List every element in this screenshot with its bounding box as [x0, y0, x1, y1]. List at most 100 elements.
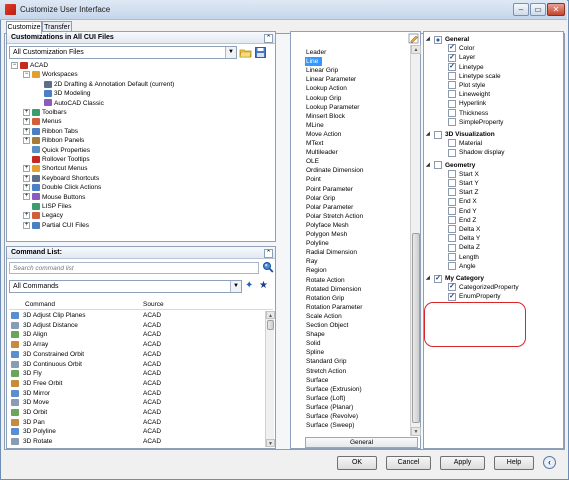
table-row[interactable]: 3D Adjust Clip Planes ACAD [9, 311, 265, 320]
table-row[interactable]: 3D Fly ACAD [9, 369, 265, 378]
property-item[interactable]: Start X [448, 170, 479, 179]
apply-button[interactable]: Apply [440, 456, 485, 470]
table-row[interactable]: 3D Polyline ACAD [9, 427, 265, 436]
checkbox[interactable] [434, 161, 442, 170]
object-type-item[interactable]: Surface (Revolve) [306, 412, 358, 421]
checkbox[interactable] [448, 81, 456, 90]
object-type-item[interactable]: Surface [306, 376, 328, 385]
column-header-source[interactable]: Source [143, 301, 164, 308]
minimize-button[interactable]: – [513, 3, 529, 16]
tree-item[interactable]: 2D Drafting & Annotation Default (curren… [35, 80, 174, 89]
object-type-scrollbar[interactable]: ▲ ▼ [410, 45, 421, 436]
tree-item[interactable]: 3D Modeling [35, 89, 91, 98]
tree-item[interactable]: − Workspaces [23, 70, 78, 79]
checkbox[interactable]: ✓ [434, 274, 442, 283]
object-type-item[interactable]: Polyface Mesh [306, 221, 349, 230]
object-type-item[interactable]: Region [306, 266, 327, 275]
property-item[interactable]: ✓ CategorizedProperty [448, 283, 519, 292]
table-row[interactable]: 3D Constrained Orbit ACAD [9, 350, 265, 359]
scroll-thumb[interactable] [412, 233, 420, 423]
expand-node-icon[interactable]: + [23, 174, 30, 182]
object-type-item[interactable]: Rotate Action [306, 276, 345, 285]
table-row[interactable]: 3D Array ACAD [9, 340, 265, 349]
checkbox[interactable] [448, 170, 456, 179]
column-header-command[interactable]: Command [25, 301, 55, 308]
tree-item[interactable]: LISP Files [23, 202, 72, 211]
object-type-item[interactable]: Spline [306, 348, 324, 357]
checkbox[interactable] [448, 90, 456, 99]
table-row[interactable]: 3D Continuous Orbit ACAD [9, 360, 265, 369]
expand-node-icon[interactable]: + [23, 221, 30, 229]
table-row[interactable]: 3D Pan ACAD [9, 418, 265, 427]
expand-node-icon[interactable]: + [23, 118, 30, 126]
object-type-item[interactable]: Stretch Action [306, 367, 346, 376]
object-type-item[interactable]: Radial Dimension [306, 248, 357, 257]
save-icon[interactable] [254, 46, 267, 59]
table-row[interactable]: 3D Adjust Distance ACAD [9, 321, 265, 330]
expand-node-icon[interactable]: + [23, 108, 30, 116]
new-command-icon[interactable]: ✦ [245, 280, 256, 292]
expand-category-icon[interactable]: ◢ [426, 130, 434, 139]
object-type-item[interactable]: Move Action [306, 130, 341, 139]
checkbox[interactable] [448, 72, 456, 81]
ok-button[interactable]: OK [337, 456, 377, 470]
table-row[interactable]: 3D Free Orbit ACAD [9, 379, 265, 388]
checkbox[interactable] [448, 225, 456, 234]
tree-item[interactable]: Quick Properties [23, 146, 90, 155]
property-item[interactable]: Material [448, 139, 482, 148]
checkbox[interactable]: ✓ [448, 62, 456, 71]
tree-item[interactable]: Rollover Tooltips [23, 155, 90, 164]
cancel-button[interactable]: Cancel [386, 456, 431, 470]
property-item[interactable]: Hyperlink [448, 99, 486, 108]
object-type-item[interactable]: Standard Grip [306, 357, 346, 366]
tree-item[interactable]: + Menus [23, 117, 62, 126]
tree-item[interactable]: + Mouse Buttons [23, 193, 85, 202]
object-type-item[interactable]: Multileader [306, 148, 338, 157]
table-row[interactable]: 3D Orbit ACAD [9, 408, 265, 417]
collapse-node-icon[interactable]: − [23, 71, 30, 79]
command-list-scrollbar[interactable]: ▲ ▼ [265, 311, 275, 447]
property-item[interactable]: End X [448, 197, 477, 206]
object-type-item[interactable]: Line [305, 57, 323, 67]
collapse-command-list-button[interactable]: ⌃ [264, 249, 273, 258]
tree-item[interactable]: + Partial CUI Files [23, 221, 89, 230]
checkbox[interactable]: ✓ [448, 283, 456, 292]
checkbox[interactable] [434, 130, 442, 139]
property-item[interactable]: Thickness [448, 108, 488, 118]
property-category[interactable]: ◢ ✓ My Category [426, 274, 484, 283]
scroll-down-button[interactable]: ▼ [266, 439, 275, 447]
checkbox[interactable] [448, 148, 456, 157]
property-item[interactable]: SimpleProperty [448, 118, 503, 127]
expand-node-icon[interactable]: + [23, 136, 30, 144]
command-filter-select[interactable]: All Commands ▼ [9, 280, 242, 293]
object-type-item[interactable]: Solid [306, 339, 320, 348]
checkbox[interactable] [448, 262, 456, 271]
property-item[interactable]: Angle [448, 262, 476, 271]
close-button[interactable]: ✕ [547, 3, 565, 16]
tree-item[interactable]: + Keyboard Shortcuts [23, 174, 99, 183]
general-button[interactable]: General [305, 437, 418, 448]
checkbox[interactable] [448, 216, 456, 225]
property-item[interactable]: Delta Y [448, 234, 480, 243]
object-type-item[interactable]: Rotation Parameter [306, 303, 362, 312]
checkbox[interactable] [448, 252, 456, 261]
tree-item[interactable]: + Ribbon Panels [23, 136, 84, 145]
object-type-item[interactable]: Ordinate Dimension [306, 166, 363, 175]
property-item[interactable]: ✓ EnumProperty [448, 292, 501, 301]
property-item[interactable]: ✓ Layer [448, 53, 475, 62]
object-type-item[interactable]: Polyline [306, 239, 329, 248]
property-item[interactable]: ✓ Linetype [448, 62, 484, 72]
collapse-panes-icon[interactable]: ‹ [543, 456, 556, 469]
property-item[interactable]: End Y [448, 206, 477, 216]
table-row[interactable]: 3D Rotate ACAD [9, 437, 265, 446]
expand-node-icon[interactable]: + [23, 193, 30, 201]
object-type-item[interactable]: OLE [306, 157, 319, 166]
object-type-item[interactable]: Rotated Dimension [306, 285, 361, 294]
checkbox[interactable] [448, 118, 456, 127]
scroll-thumb[interactable] [267, 320, 274, 330]
property-category[interactable]: ◢ Geometry [426, 161, 475, 170]
object-type-item[interactable]: Rotation Grip [306, 294, 344, 303]
object-type-item[interactable]: Linear Grip [306, 66, 338, 75]
search-command-input[interactable] [9, 262, 259, 274]
checkbox[interactable] [448, 197, 456, 206]
